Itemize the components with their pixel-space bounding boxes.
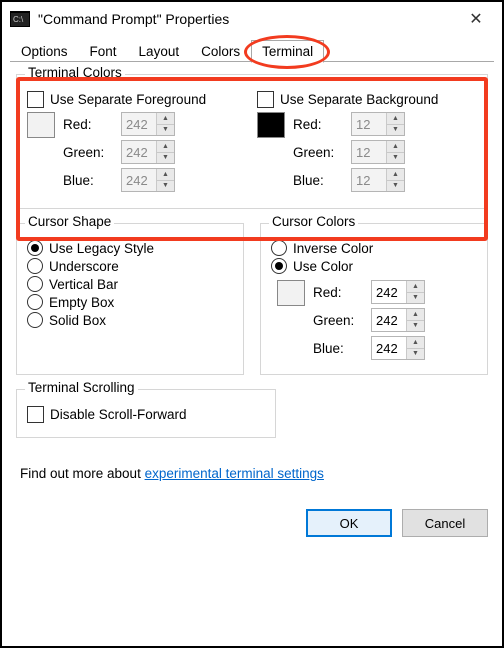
spinner-up-icon[interactable]: ▲ [157,141,174,153]
tab-terminal[interactable]: Terminal [251,40,324,63]
bg-red-label: Red: [293,117,343,132]
cursor-red-spinner[interactable]: 242▲▼ [371,280,425,304]
fg-green-label: Green: [63,145,113,160]
button-bar: OK Cancel [2,501,502,551]
info-text: Find out more about experimental termina… [20,466,488,481]
spinner-up-icon[interactable]: ▲ [387,113,404,125]
tab-options[interactable]: Options [10,40,79,63]
radio-icon [27,294,43,310]
bg-green-spinner[interactable]: 12▲▼ [351,140,405,164]
cursor-green-label: Green: [313,313,363,328]
spinner-down-icon[interactable]: ▼ [157,125,174,136]
spinner-down-icon[interactable]: ▼ [407,321,424,332]
cursor-red-label: Red: [313,285,363,300]
checkbox-label: Use Separate Foreground [50,92,206,107]
tab-strip: Options Font Layout Colors Terminal [2,36,502,62]
spinner-down-icon[interactable]: ▼ [407,349,424,360]
tab-colors[interactable]: Colors [190,40,251,63]
radio-icon [27,276,43,292]
fg-green-spinner[interactable]: 242▲▼ [121,140,175,164]
fg-red-spinner[interactable]: 242▲▼ [121,112,175,136]
spinner-up-icon[interactable]: ▲ [407,309,424,321]
window-title: "Command Prompt" Properties [38,11,456,27]
group-title-cursor-shape: Cursor Shape [25,214,114,229]
bg-red-spinner[interactable]: 12▲▼ [351,112,405,136]
checkbox-icon [27,91,44,108]
checkbox-label: Use Separate Background [280,92,438,107]
checkbox-icon [27,406,44,423]
cursor-blue-label: Blue: [313,341,363,356]
fg-swatch [27,112,55,138]
radio-icon [27,258,43,274]
bg-swatch [257,112,285,138]
app-icon: C:\ [10,11,30,27]
checkbox-label: Disable Scroll-Forward [50,407,187,422]
titlebar: C:\ "Command Prompt" Properties ✕ [2,2,502,36]
fg-blue-spinner[interactable]: 242▲▼ [121,168,175,192]
checkbox-disable-scroll-forward[interactable]: Disable Scroll-Forward [27,406,265,423]
group-cursor-shape: Cursor Shape Use Legacy Style Underscore… [16,223,244,375]
radio-use-color[interactable]: Use Color [271,258,477,274]
spinner-down-icon[interactable]: ▼ [407,293,424,304]
group-title-cursor-colors: Cursor Colors [269,214,358,229]
spinner-up-icon[interactable]: ▲ [157,169,174,181]
checkbox-separate-foreground[interactable]: Use Separate Foreground [27,91,247,108]
bg-blue-spinner[interactable]: 12▲▼ [351,168,405,192]
fg-red-label: Red: [63,117,113,132]
radio-inverse-color[interactable]: Inverse Color [271,240,477,256]
close-button[interactable]: ✕ [456,4,496,34]
checkbox-separate-background[interactable]: Use Separate Background [257,91,477,108]
bg-blue-label: Blue: [293,173,343,188]
group-terminal-colors: Terminal Colors Use Separate Foreground … [16,74,488,209]
radio-vertical-bar[interactable]: Vertical Bar [27,276,233,292]
spinner-up-icon[interactable]: ▲ [157,113,174,125]
spinner-up-icon[interactable]: ▲ [387,169,404,181]
radio-icon [271,258,287,274]
radio-legacy-style[interactable]: Use Legacy Style [27,240,233,256]
fg-blue-label: Blue: [63,173,113,188]
spinner-down-icon[interactable]: ▼ [387,153,404,164]
spinner-up-icon[interactable]: ▲ [387,141,404,153]
tab-layout[interactable]: Layout [128,40,191,63]
spinner-up-icon[interactable]: ▲ [407,337,424,349]
group-title-terminal-scrolling: Terminal Scrolling [25,380,138,395]
radio-icon [27,240,43,256]
spinner-up-icon[interactable]: ▲ [407,281,424,293]
cancel-button[interactable]: Cancel [402,509,488,537]
tab-font[interactable]: Font [79,40,128,63]
group-terminal-scrolling: Terminal Scrolling Disable Scroll-Forwar… [16,389,276,438]
spinner-down-icon[interactable]: ▼ [157,181,174,192]
experimental-settings-link[interactable]: experimental terminal settings [145,466,324,481]
radio-icon [27,312,43,328]
cursor-color-swatch [277,280,305,306]
group-title-terminal-colors: Terminal Colors [25,65,125,80]
spinner-down-icon[interactable]: ▼ [387,125,404,136]
group-cursor-colors: Cursor Colors Inverse Color Use Color Re… [260,223,488,375]
radio-solid-box[interactable]: Solid Box [27,312,233,328]
cursor-blue-spinner[interactable]: 242▲▼ [371,336,425,360]
checkbox-icon [257,91,274,108]
ok-button[interactable]: OK [306,509,392,537]
radio-underscore[interactable]: Underscore [27,258,233,274]
radio-empty-box[interactable]: Empty Box [27,294,233,310]
spinner-down-icon[interactable]: ▼ [157,153,174,164]
cursor-green-spinner[interactable]: 242▲▼ [371,308,425,332]
radio-icon [271,240,287,256]
bg-green-label: Green: [293,145,343,160]
spinner-down-icon[interactable]: ▼ [387,181,404,192]
svg-text:C:\: C:\ [13,15,24,24]
